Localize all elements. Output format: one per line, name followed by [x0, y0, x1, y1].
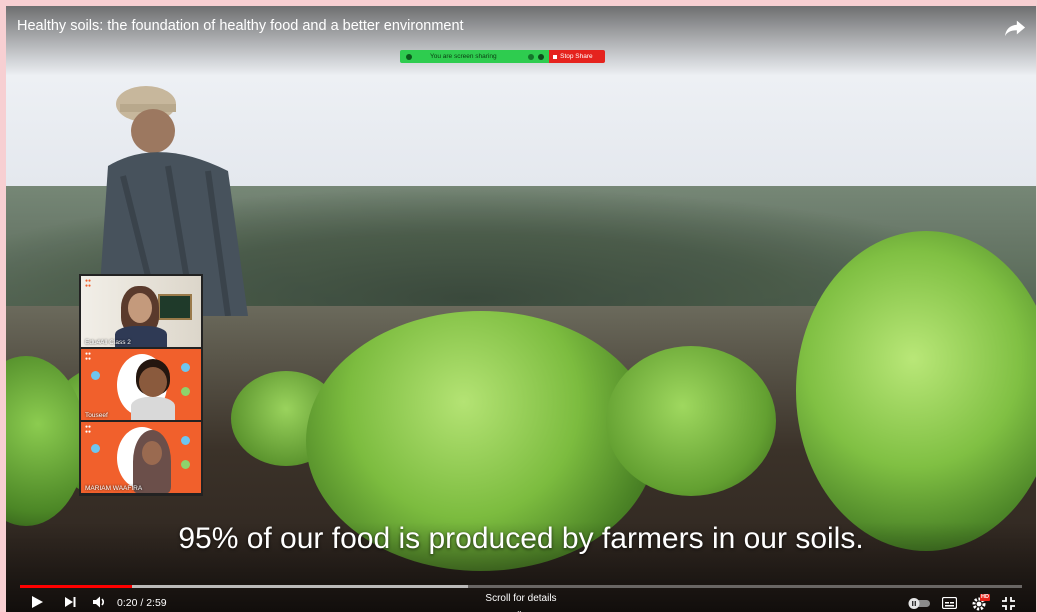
tile-logo: ●● ●● — [85, 424, 92, 435]
subtitles-icon[interactable] — [942, 597, 957, 609]
player-controls: 0:20 / 2:59 Scroll for details ⌄ HD — [6, 591, 1036, 612]
video-gallery: ●● ●● Edu4All Class 2 ●● ●● Touseef ●● ●● M… — [79, 274, 203, 496]
screen-share-status: You are screen sharing — [400, 50, 550, 63]
hd-badge: HD — [980, 594, 990, 601]
participant-tile[interactable]: ●● ●● Touseef — [81, 349, 201, 420]
stop-share-label: Stop Share — [560, 53, 593, 60]
participant-tile[interactable]: ●● ●● MARIAM WAAFIRA — [81, 422, 201, 493]
video-caption: 95% of our food is produced by farmers i… — [178, 522, 864, 555]
played-bar — [20, 585, 133, 588]
screen-share-banner: You are screen sharing Stop Share — [400, 50, 605, 63]
volume-icon[interactable] — [92, 595, 107, 609]
participant-name: Edu4All Class 2 — [85, 339, 131, 346]
video-player[interactable]: Healthy soils: the foundation of healthy… — [6, 6, 1036, 612]
scroll-for-details[interactable]: Scroll for details — [471, 593, 571, 604]
screen-share-message: You are screen sharing — [430, 53, 497, 60]
time-display: 0:20 / 2:59 — [117, 597, 167, 609]
participant-name: MARIAM WAAFIRA — [85, 485, 143, 492]
next-icon[interactable] — [63, 595, 77, 609]
exit-fullscreen-icon[interactable] — [1002, 597, 1015, 610]
video-title[interactable]: Healthy soils: the foundation of healthy… — [17, 18, 464, 34]
play-icon[interactable] — [30, 595, 44, 609]
tile-logo: ●● ●● — [85, 351, 92, 362]
autoplay-toggle-icon[interactable] — [907, 598, 931, 609]
tile-logo: ●● ●● — [85, 278, 92, 289]
chevron-down-icon[interactable]: ⌄ — [516, 606, 523, 612]
stop-square-icon — [553, 54, 558, 59]
cloud-icon — [528, 53, 534, 60]
settings-button[interactable]: HD — [971, 594, 991, 612]
participant-tile[interactable]: ●● ●● Edu4All Class 2 — [81, 276, 201, 347]
participant-name: Touseef — [85, 412, 108, 419]
stop-share-button[interactable]: Stop Share — [549, 50, 605, 63]
shield-icon — [538, 53, 544, 60]
progress-bar[interactable] — [20, 585, 1022, 588]
phone-icon — [406, 53, 412, 60]
share-arrow-icon[interactable] — [1004, 18, 1026, 38]
